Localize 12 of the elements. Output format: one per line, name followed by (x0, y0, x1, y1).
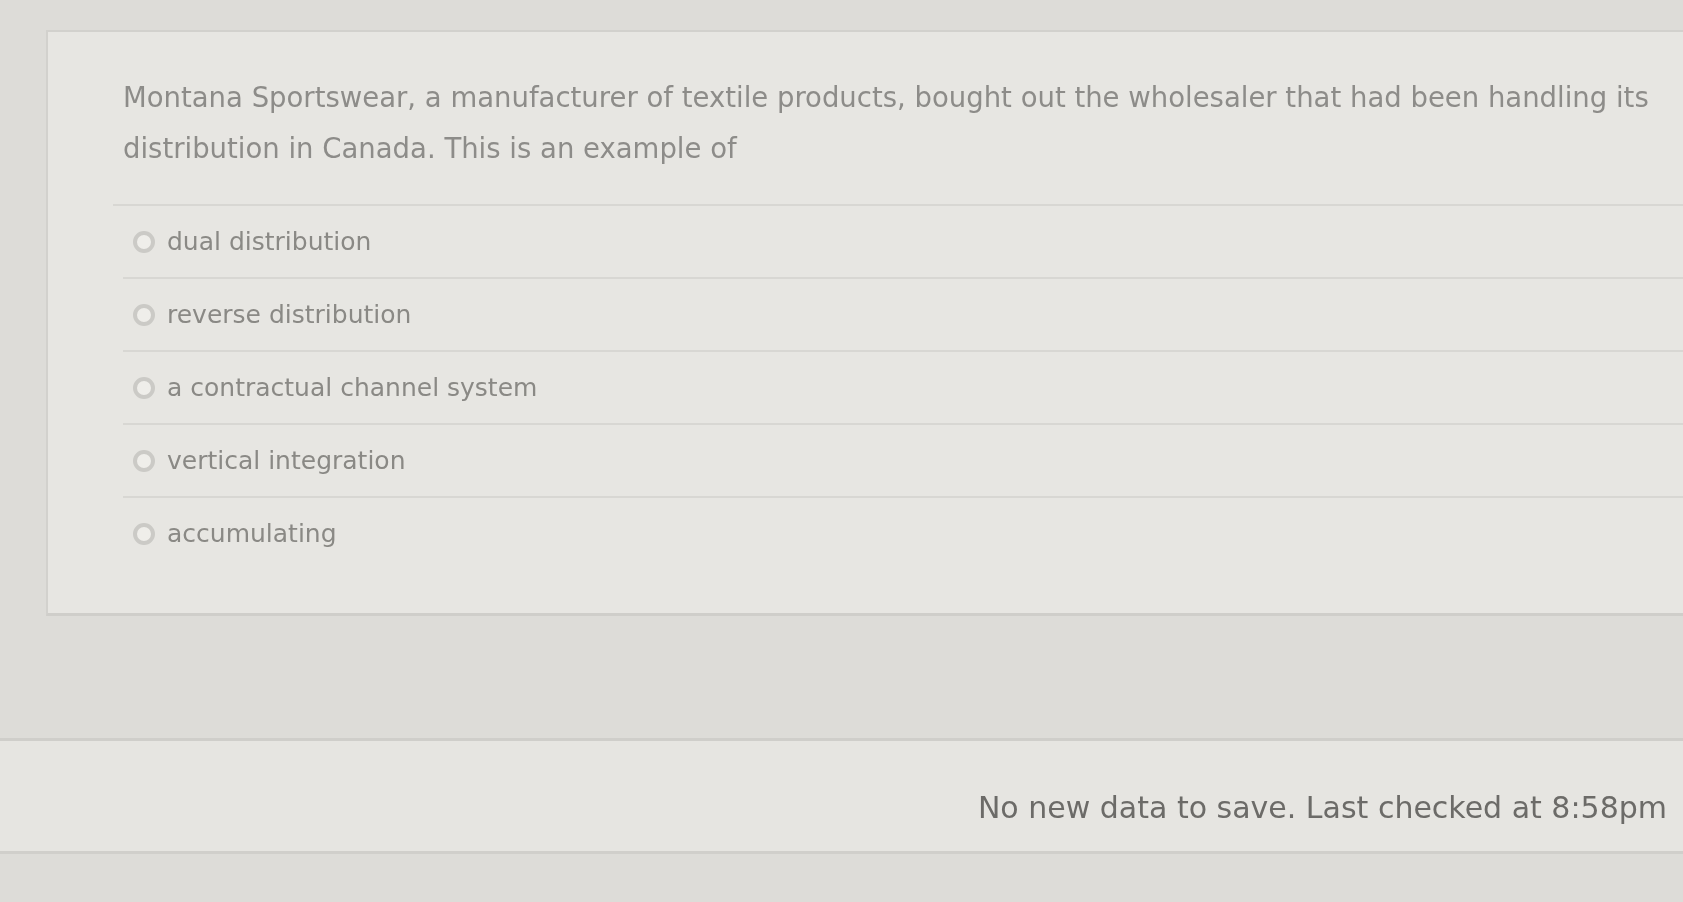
option-label[interactable]: a contractual channel system (167, 373, 538, 402)
status-text: No new data to save. Last checked at 8:58pm (977, 789, 1667, 825)
radio-button[interactable] (133, 303, 155, 326)
radio-button[interactable] (133, 522, 155, 545)
question-text: Montana Sportswear, a manufacturer of textile products, bought out the wholesaler that had been handling its distribution in Canada. This is an example of (113, 32, 1683, 206)
option-label[interactable]: reverse distribution (167, 300, 412, 329)
option-label[interactable]: accumulating (167, 519, 337, 548)
option-label[interactable]: vertical integration (167, 446, 406, 475)
radio-button[interactable] (133, 376, 155, 399)
radio-button[interactable] (133, 230, 155, 253)
radio-button[interactable] (133, 449, 155, 472)
option-label[interactable]: dual distribution (167, 227, 372, 256)
